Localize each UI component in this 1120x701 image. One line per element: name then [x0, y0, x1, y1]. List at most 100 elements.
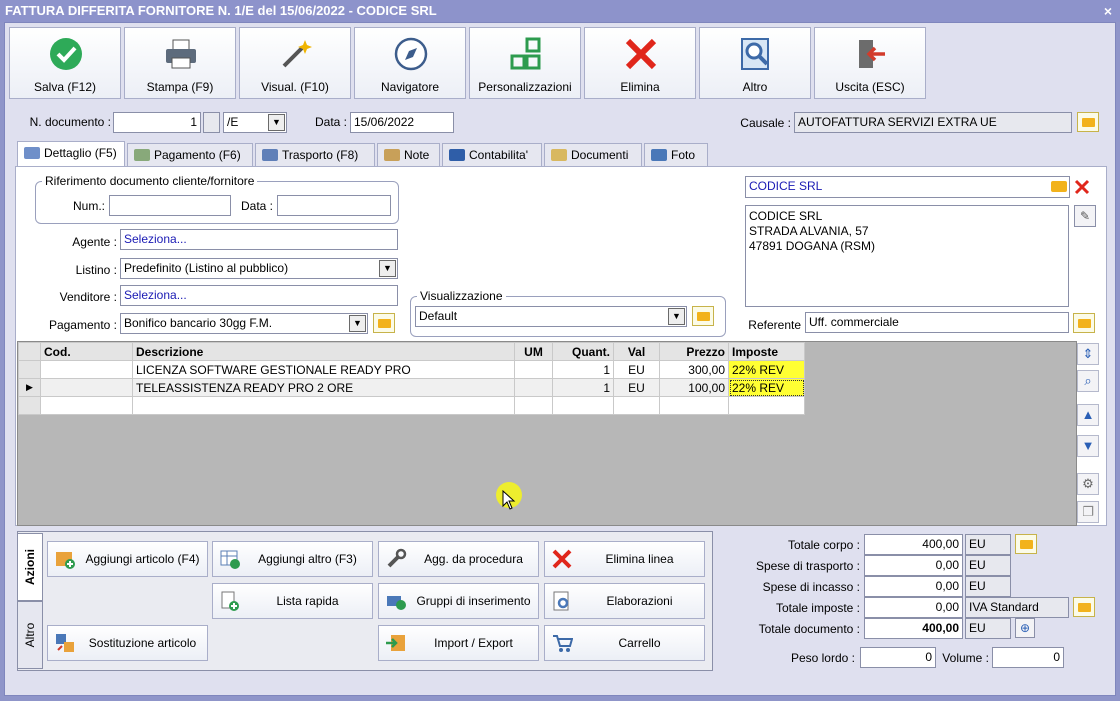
edit-address-icon[interactable]: ✎ — [1074, 205, 1096, 227]
zoom-icon[interactable]: ⌕ — [1077, 370, 1099, 392]
view-folder-icon[interactable] — [692, 306, 714, 326]
col-header[interactable]: UM — [514, 342, 553, 361]
cell-price[interactable]: 300,00 — [659, 360, 729, 379]
insert-groups-button[interactable]: Gruppi di inserimento — [378, 583, 539, 619]
delete-button[interactable]: Elimina — [584, 27, 696, 99]
doc-series-select[interactable]: /E ▼ — [223, 112, 287, 133]
settings-doc-icon[interactable]: ⚙ — [1077, 473, 1099, 495]
col-header[interactable]: Cod. — [40, 342, 133, 361]
tax-folder-icon[interactable] — [1073, 597, 1095, 617]
delete-line-button[interactable]: Elimina linea — [544, 541, 705, 577]
col-header[interactable]: Imposte — [728, 342, 805, 361]
cell-price[interactable] — [659, 396, 729, 415]
col-header[interactable]: Val — [613, 342, 660, 361]
other-button[interactable]: Altro — [699, 27, 811, 99]
cell-desc[interactable]: LICENZA SOFTWARE GESTIONALE READY PRO — [132, 360, 515, 379]
close-icon[interactable]: × — [1104, 0, 1112, 22]
cell-cod[interactable] — [40, 378, 133, 397]
supplier-folder-icon[interactable] — [1051, 181, 1067, 192]
collection-field[interactable]: 0,00 — [864, 576, 963, 597]
print-button[interactable]: Stampa (F9) — [124, 27, 236, 99]
payment-folder-icon[interactable] — [373, 313, 395, 333]
tab-accounting[interactable]: Contabilita' — [442, 143, 542, 167]
col-header[interactable]: Prezzo — [659, 342, 729, 361]
tab-transport[interactable]: Trasporto (F8) — [255, 143, 375, 167]
copy-doc-icon[interactable]: ❐ — [1077, 501, 1099, 523]
cell-tax[interactable]: 22% REV — [728, 360, 805, 379]
row-selector[interactable] — [18, 360, 41, 379]
tab-payment[interactable]: Pagamento (F6) — [127, 143, 253, 167]
cell-val[interactable]: EU — [613, 378, 660, 397]
cell-tax[interactable] — [728, 396, 805, 415]
supplier-field[interactable]: CODICE SRL — [745, 176, 1070, 198]
referente-field[interactable]: Uff. commerciale — [805, 312, 1069, 333]
cell-val[interactable]: EU — [613, 360, 660, 379]
col-header[interactable]: Quant. — [552, 342, 614, 361]
tab-other[interactable]: Altro — [17, 601, 43, 669]
tab-photo[interactable]: Foto — [644, 143, 708, 167]
seller-field[interactable]: Seleziona... — [120, 285, 398, 306]
from-procedure-button[interactable]: Agg. da procedura — [378, 541, 539, 577]
chevron-down-icon[interactable]: ▼ — [668, 308, 685, 325]
doc-number-field[interactable]: 1 — [113, 112, 201, 133]
body-total-folder-icon[interactable] — [1015, 534, 1037, 554]
save-button[interactable]: Salva (F12) — [9, 27, 121, 99]
causale-field[interactable]: AUTOFATTURA SERVIZI EXTRA UE — [794, 112, 1072, 133]
tab-detail[interactable]: Dettaglio (F5) — [17, 141, 125, 167]
cell-qty[interactable]: 1 — [552, 360, 614, 379]
replace-article-button[interactable]: Sostituzione articolo — [47, 625, 208, 661]
listino-select[interactable]: Predefinito (Listino al pubblico) ▼ — [120, 258, 398, 279]
agent-field[interactable]: Seleziona... — [120, 229, 398, 250]
volume-field[interactable]: 0 — [992, 647, 1064, 668]
table-row[interactable]: LICENZA SOFTWARE GESTIONALE READY PRO 1 … — [18, 360, 805, 379]
current-row-arrow-icon[interactable]: ▶ — [18, 378, 41, 397]
arrow-up-icon[interactable]: ▲ — [1077, 404, 1099, 426]
cell-qty[interactable]: 1 — [552, 378, 614, 397]
chevron-down-icon[interactable]: ▼ — [349, 315, 366, 332]
add-article-button[interactable]: Aggiungi articolo (F4) — [47, 541, 208, 577]
ref-num-field[interactable] — [109, 195, 231, 216]
col-header[interactable]: Descrizione — [132, 342, 515, 361]
move-up-down-icon[interactable]: ⇕ — [1077, 343, 1099, 365]
cell-desc[interactable]: TELEASSISTENZA READY PRO 2 ORE — [132, 378, 515, 397]
add-other-button[interactable]: Aggiungi altro (F3) — [212, 541, 373, 577]
cell-um[interactable] — [514, 378, 553, 397]
cell-val[interactable] — [613, 396, 660, 415]
cell-um[interactable] — [514, 396, 553, 415]
view-button[interactable]: Visual. (F10) — [239, 27, 351, 99]
customize-button[interactable]: Personalizzazioni — [469, 27, 581, 99]
shipping-field[interactable]: 0,00 — [864, 555, 963, 576]
tab-notes[interactable]: Note — [377, 143, 440, 167]
table-row[interactable] — [18, 396, 805, 415]
arrow-down-icon[interactable]: ▼ — [1077, 435, 1099, 457]
ref-date-field[interactable] — [277, 195, 391, 216]
zoom-icon[interactable]: ⊕ — [1015, 618, 1035, 638]
row-selector[interactable] — [18, 396, 41, 415]
payment-select[interactable]: Bonifico bancario 30gg F.M. ▼ — [120, 313, 368, 334]
quick-list-button[interactable]: Lista rapida — [212, 583, 373, 619]
cell-cod[interactable] — [40, 396, 133, 415]
causale-folder-icon[interactable] — [1077, 112, 1099, 132]
cell-desc[interactable] — [132, 396, 515, 415]
lines-grid[interactable]: Cod. Descrizione UM Quant. Val Prezzo Im… — [17, 341, 1077, 526]
view-select[interactable]: Default ▼ — [415, 306, 687, 327]
cell-cod[interactable] — [40, 360, 133, 379]
tab-actions[interactable]: Azioni — [17, 533, 43, 601]
chevron-down-icon[interactable]: ▼ — [268, 114, 285, 131]
chevron-down-icon[interactable]: ▼ — [379, 260, 396, 277]
cell-tax[interactable]: 22% REV — [728, 378, 805, 397]
cell-qty[interactable] — [552, 396, 614, 415]
exit-button[interactable]: Uscita (ESC) — [814, 27, 926, 99]
gross-weight-field[interactable]: 0 — [860, 647, 936, 668]
cell-um[interactable] — [514, 360, 553, 379]
date-field[interactable]: 15/06/2022 — [350, 112, 454, 133]
supplier-clear-icon[interactable] — [1074, 179, 1090, 195]
navigator-button[interactable]: Navigatore — [354, 27, 466, 99]
cell-price[interactable]: 100,00 — [659, 378, 729, 397]
table-row[interactable]: ▶ TELEASSISTENZA READY PRO 2 ORE 1 EU 10… — [18, 378, 805, 397]
cart-button[interactable]: Carrello — [544, 625, 705, 661]
import-export-button[interactable]: Import / Export — [378, 625, 539, 661]
referente-folder-icon[interactable] — [1073, 313, 1095, 333]
tab-documents[interactable]: Documenti — [544, 143, 642, 167]
processing-button[interactable]: Elaborazioni — [544, 583, 705, 619]
